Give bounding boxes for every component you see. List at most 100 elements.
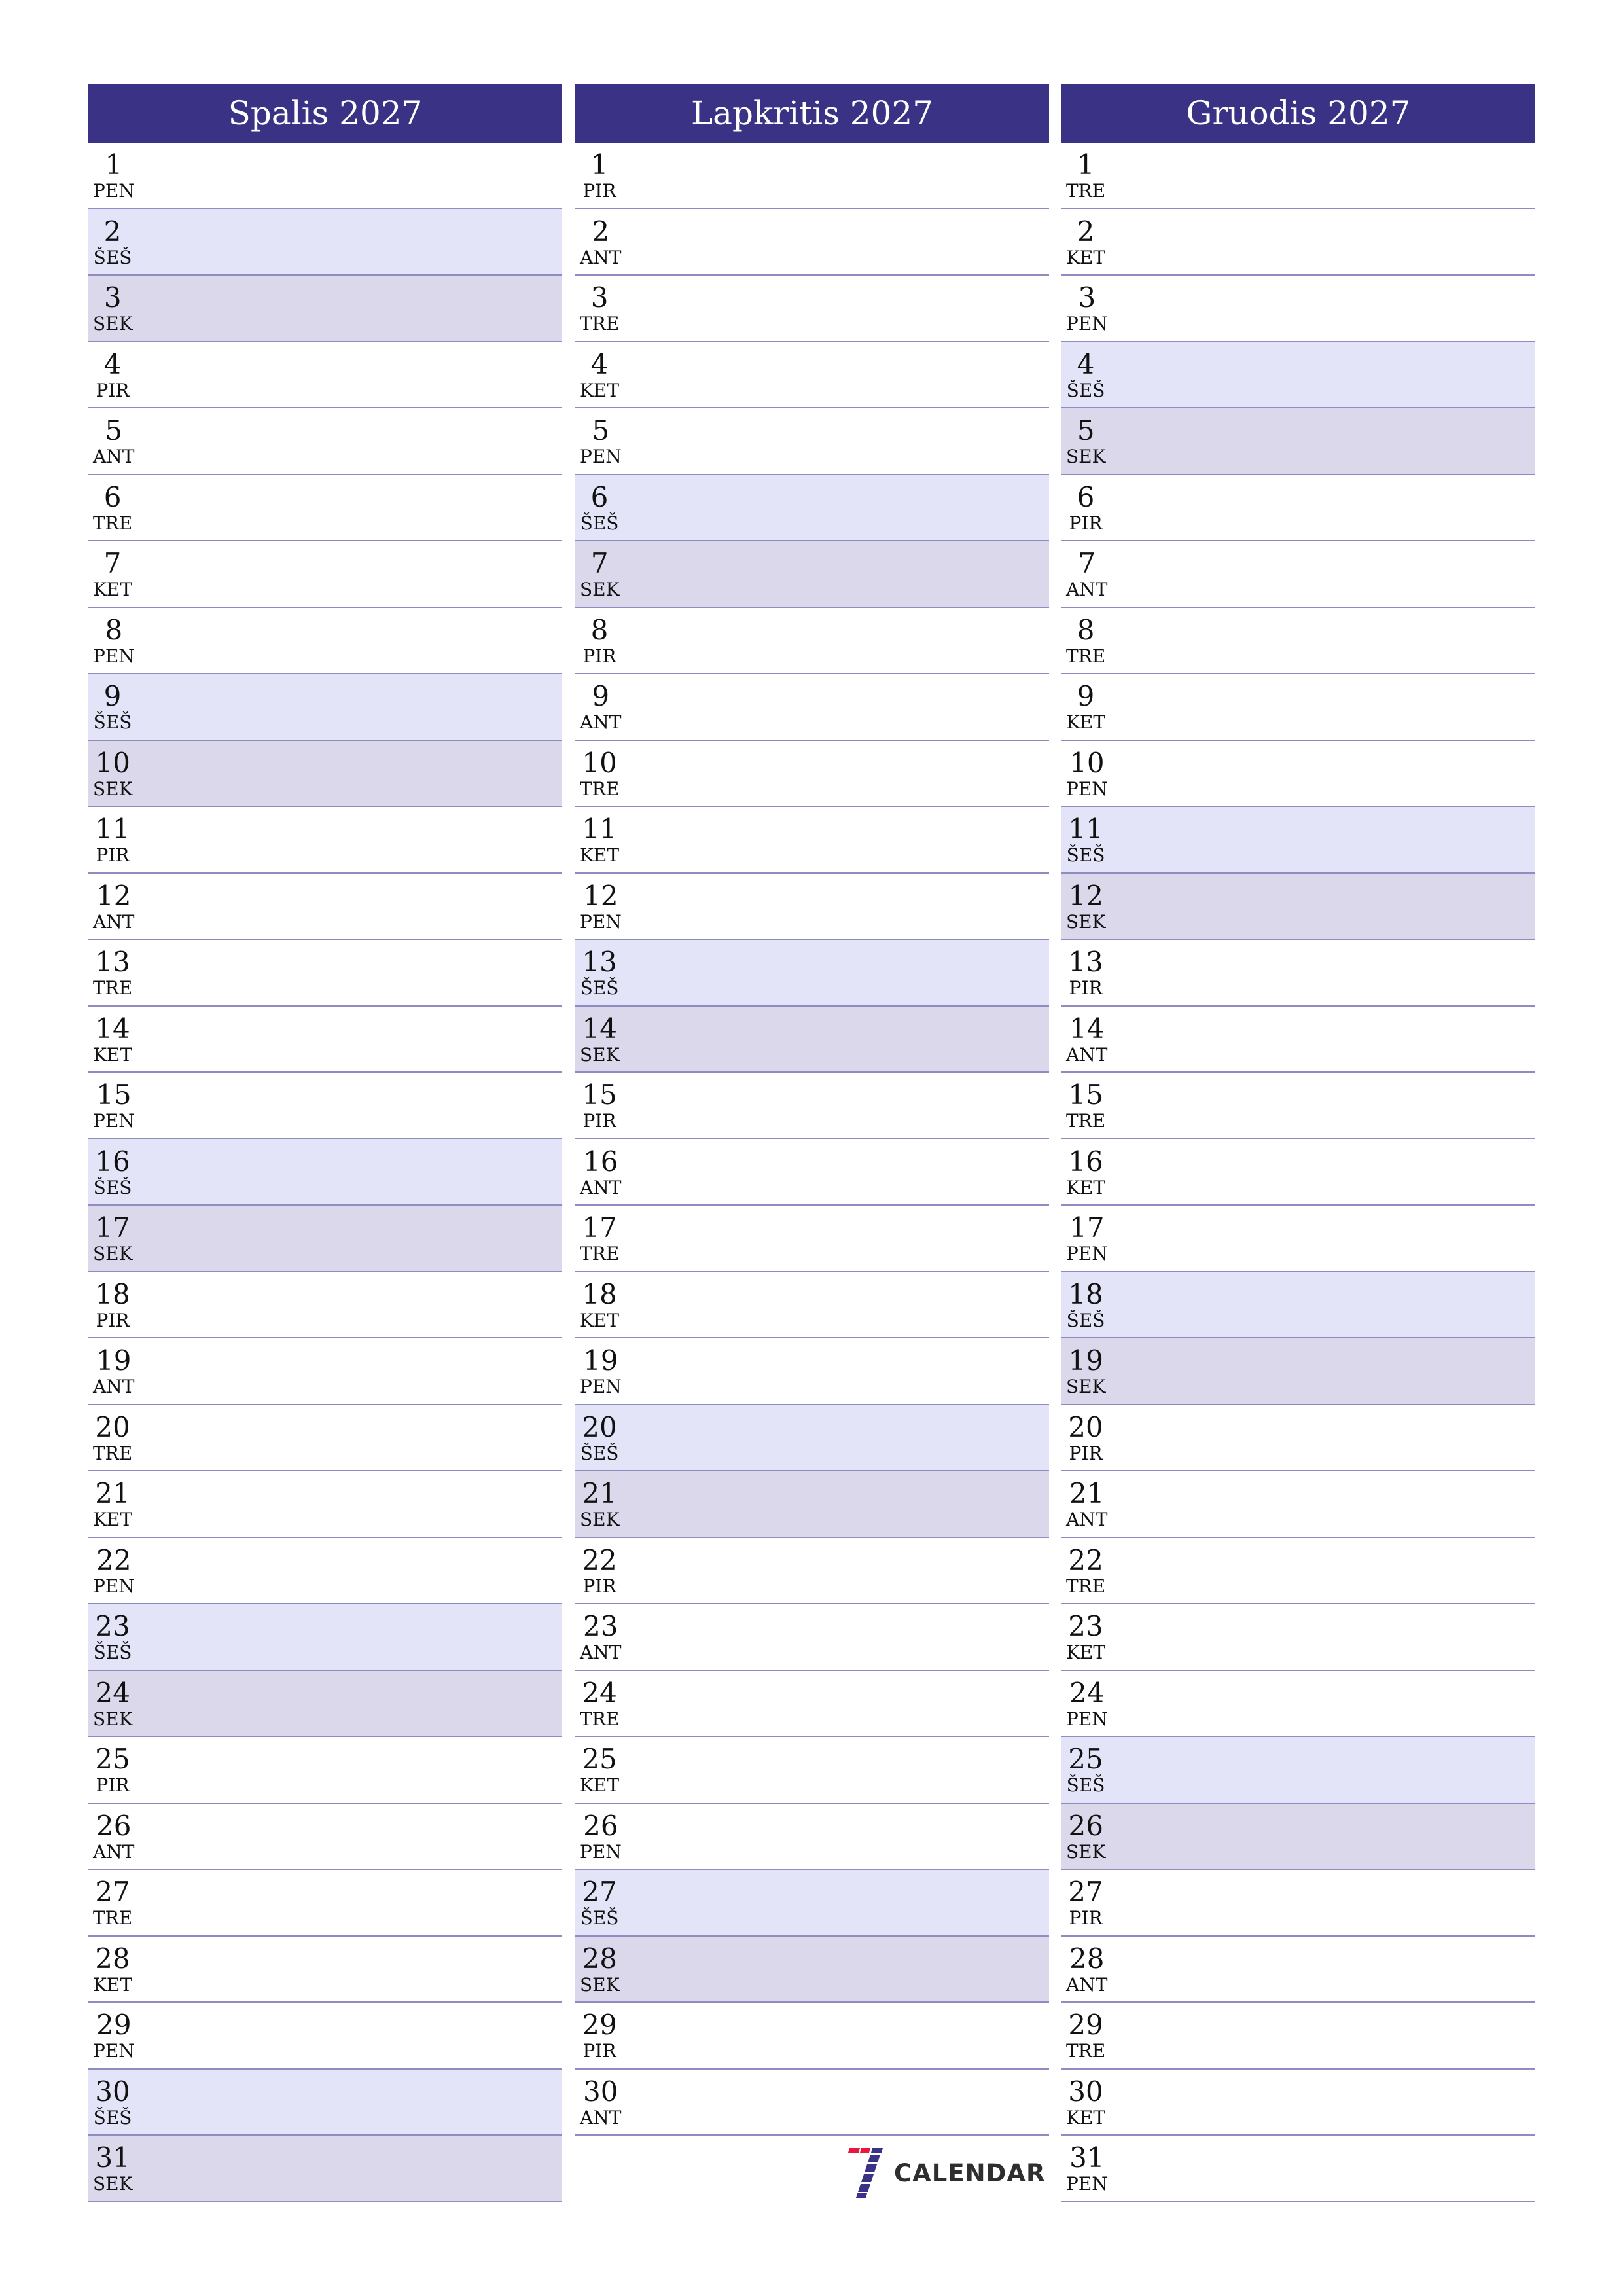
- day-row: 8 PEN: [88, 607, 562, 674]
- day-row: 18 KET: [575, 1272, 1049, 1338]
- day-row: 6 TRE: [88, 475, 562, 541]
- weekday-label: SEK: [1066, 1376, 1106, 1397]
- day-row: 24 SEK: [88, 1670, 562, 1737]
- day-row: 21 ANT: [1061, 1471, 1535, 1538]
- weekday-label: KET: [93, 1509, 133, 1530]
- weekday-label: KET: [93, 1043, 133, 1066]
- day-number: 29: [1068, 2009, 1103, 2041]
- month-header: Gruodis 2027: [1061, 84, 1535, 143]
- weekday-label: ANT: [580, 246, 622, 268]
- day-cell: 8 TRE: [1066, 614, 1105, 667]
- day-row: 26 SEK: [1061, 1803, 1535, 1870]
- day-row: 4 ŠEŠ: [1061, 342, 1535, 408]
- day-cell: 15 PIR: [580, 1079, 619, 1132]
- day-row: 10 TRE: [575, 740, 1049, 807]
- day-number: 14: [1069, 1012, 1105, 1045]
- day-number: 17: [1069, 1211, 1105, 1244]
- day-number: 10: [95, 746, 130, 779]
- weekday-label: PIR: [582, 2040, 616, 2062]
- day-number: 27: [582, 1876, 617, 1908]
- day-row: 26 ANT: [88, 1803, 562, 1870]
- weekday-label: TRE: [93, 512, 133, 534]
- day-number: 18: [582, 1278, 617, 1310]
- weekday-label: TRE: [580, 1708, 620, 1730]
- day-row: 3 TRE: [575, 276, 1049, 342]
- day-cell: 28 ANT: [1066, 1943, 1107, 1996]
- day-row: 14 SEK: [575, 1006, 1049, 1073]
- day-row: 7 ANT: [1061, 541, 1535, 608]
- day-row: 11 ŠEŠ: [1061, 807, 1535, 874]
- day-number: 9: [592, 680, 610, 712]
- brand-logo: CALENDAR: [844, 2148, 1045, 2198]
- day-number: 4: [103, 348, 122, 380]
- weekday-label: PEN: [1066, 1708, 1108, 1730]
- day-number: 15: [96, 1079, 132, 1111]
- day-row: 25 PIR: [88, 1737, 562, 1804]
- day-cell: 30 KET: [1066, 2075, 1105, 2128]
- day-number: 1: [590, 149, 609, 181]
- weekday-label: SEK: [580, 579, 620, 600]
- day-number: 6: [103, 480, 122, 513]
- day-number: 21: [1069, 1477, 1105, 1509]
- weekday-label: ŠEŠ: [93, 2106, 132, 2128]
- day-row: 17 TRE: [575, 1206, 1049, 1272]
- weekday-label: KET: [1066, 1176, 1106, 1198]
- day-row: 12 PEN: [575, 873, 1049, 940]
- weekday-label: PEN: [93, 1575, 135, 1597]
- weekday-label: ŠEŠ: [580, 1907, 619, 1929]
- day-cell: 23 ANT: [580, 1611, 621, 1663]
- day-cell: 4 ŠEŠ: [1066, 348, 1105, 401]
- weekday-label: TRE: [580, 1243, 620, 1265]
- day-number: 8: [105, 613, 123, 646]
- day-cell: 27 ŠEŠ: [580, 1876, 619, 1929]
- month-column-october: Spalis 2027 1 PEN 2 ŠEŠ 3 SEK 4 PIR 5 ANT 6 TRE 7 KET…: [88, 84, 562, 2202]
- day-cell: 22 PIR: [580, 1544, 619, 1597]
- day-cell: 2 ANT: [580, 215, 622, 268]
- day-number: 26: [1068, 1809, 1103, 1842]
- weekday-label: ŠEŠ: [580, 512, 619, 534]
- day-cell: 8 PIR: [580, 613, 619, 667]
- weekday-label: KET: [93, 579, 133, 600]
- day-cell: 29 TRE: [1066, 2009, 1105, 2062]
- day-row: 25 ŠEŠ: [1061, 1737, 1535, 1804]
- day-row: 16 ŠEŠ: [88, 1139, 562, 1206]
- day-cell: 29 PEN: [93, 2009, 135, 2062]
- weekday-label: PIR: [1069, 1442, 1103, 1464]
- weekday-label: ANT: [1066, 1043, 1108, 1066]
- day-number: 16: [1068, 1145, 1103, 1177]
- day-number: 15: [1068, 1079, 1103, 1111]
- day-cell: 26 PEN: [580, 1810, 622, 1863]
- day-row: 19 ANT: [88, 1338, 562, 1405]
- weekday-label: TRE: [1066, 1110, 1106, 1132]
- day-cell: 25 ŠEŠ: [1066, 1744, 1105, 1796]
- day-number: 5: [592, 414, 610, 446]
- day-number: 29: [582, 2009, 617, 2041]
- logo-red-segment: [848, 2148, 860, 2153]
- day-row: 7 SEK: [575, 541, 1049, 608]
- day-number: 8: [590, 613, 609, 646]
- day-number: 20: [1068, 1410, 1103, 1443]
- day-row: 8 PIR: [575, 607, 1049, 674]
- day-cell: 4 KET: [580, 348, 619, 401]
- day-cell: 31 PEN: [1066, 2142, 1108, 2195]
- weekday-label: PEN: [93, 645, 135, 667]
- weekday-label: PEN: [1066, 2173, 1108, 2195]
- weekday-label: PEN: [1066, 778, 1108, 800]
- day-cell: 7 ANT: [1066, 548, 1107, 600]
- weekday-label: ANT: [1066, 1973, 1108, 1996]
- day-cell: 14 KET: [93, 1013, 132, 1066]
- day-number: 1: [105, 149, 123, 181]
- day-row: 19 SEK: [1061, 1338, 1535, 1405]
- logo-text: CALENDAR: [894, 2159, 1046, 2187]
- day-row: 31 PEN: [1061, 2136, 1535, 2202]
- weekday-label: ŠEŠ: [1066, 379, 1105, 401]
- day-number: 17: [95, 1211, 130, 1244]
- weekday-label: SEK: [580, 1973, 620, 1996]
- day-cell: 6 ŠEŠ: [580, 481, 619, 534]
- month-header: Spalis 2027: [88, 84, 562, 143]
- day-cell: 27 PIR: [1066, 1876, 1105, 1929]
- day-row: 10 PEN: [1061, 740, 1535, 807]
- weekday-label: ANT: [93, 1376, 135, 1397]
- day-cell: 11 KET: [580, 814, 619, 866]
- day-row: 27 TRE: [88, 1870, 562, 1937]
